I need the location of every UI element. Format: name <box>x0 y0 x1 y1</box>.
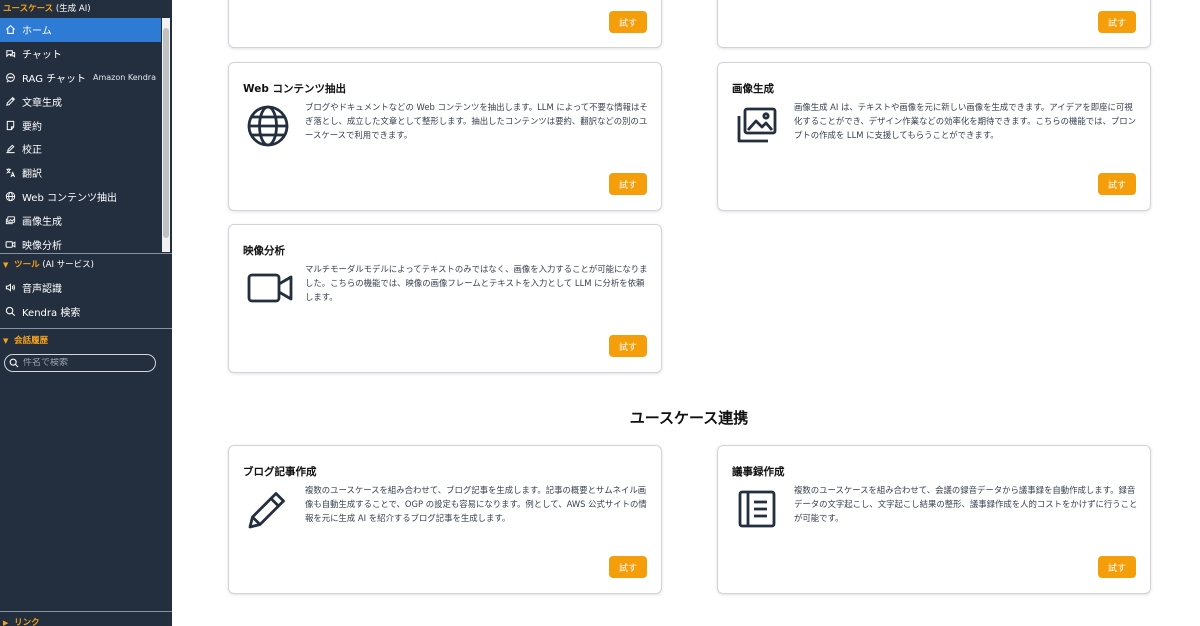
card-title: 画像生成 <box>732 83 774 95</box>
pen-icon <box>245 486 291 532</box>
tools-menu: 音声認識 Kendra 検索 <box>0 276 161 324</box>
sidebar-item-label: Web コンテンツ抽出 <box>22 192 117 204</box>
try-button[interactable]: 試す <box>609 335 647 357</box>
sidebar-divider <box>0 611 172 612</box>
tools-header-label: ツール <box>14 260 40 270</box>
card-description: 複数のユースケースを組み合わせて、ブログ記事を生成します。記事の概要とサムネイル… <box>305 485 647 523</box>
home-icon <box>4 24 16 36</box>
integration-card-minutes: 議事録作成 複数のユースケースを組み合わせて、会議の録音データから議事録を自動作… <box>717 445 1151 594</box>
sidebar-item-image-generation[interactable]: 画像生成 <box>0 208 161 232</box>
globe-icon <box>245 103 291 149</box>
link-header-label: リンク <box>14 618 40 626</box>
history-search-box[interactable] <box>4 354 156 372</box>
sidebar-scrollbar[interactable] <box>162 18 170 252</box>
caret-down-icon: ▼ <box>3 261 9 269</box>
caret-down-icon: ▼ <box>3 337 9 345</box>
history-search-input[interactable] <box>23 358 143 368</box>
card-title: 議事録作成 <box>732 466 785 478</box>
card-title: 映像分析 <box>243 245 285 257</box>
card-description: ブログやドキュメントなどの Web コンテンツを抽出します。LLM によって不要… <box>305 102 648 140</box>
link-section-header[interactable]: ▶ リンク <box>0 614 40 626</box>
tools-header-sub: (AI サービス) <box>42 260 94 270</box>
history-header-label: 会話履歴 <box>14 336 49 346</box>
pencil-icon <box>4 95 16 107</box>
sidebar-item-sublabel: Amazon Kendra <box>93 72 156 82</box>
usecase-header-label: ユースケース <box>3 4 54 14</box>
history-section-header[interactable]: ▼ 会話履歴 <box>0 332 48 350</box>
sidebar-divider <box>0 328 172 329</box>
document-list-icon <box>734 486 780 532</box>
sidebar: ユースケース (生成 AI) ホーム チャット RAG チャット Amazon … <box>0 0 172 626</box>
section-title-integration: ユースケース連携 <box>629 409 749 427</box>
translate-icon <box>4 167 16 179</box>
sidebar-item-kendra-search[interactable]: Kendra 検索 <box>0 300 161 324</box>
usecase-menu: ホーム チャット RAG チャット Amazon Kendra 文章生成 要約 … <box>0 18 161 256</box>
usecase-card-video-analysis: 映像分析 マルチモーダルモデルによってテキストのみではなく、画像を入力することが… <box>228 224 662 373</box>
sidebar-item-rag-chat[interactable]: RAG チャット Amazon Kendra <box>0 66 161 90</box>
card-description: 複数のユースケースを組み合わせて、会議の録音データから議事録を自動作成します。録… <box>794 485 1138 523</box>
sidebar-item-proofread[interactable]: 校正 <box>0 137 161 161</box>
sidebar-item-label: 音声認識 <box>22 284 62 296</box>
usecase-section-header: ユースケース (生成 AI) <box>0 0 172 18</box>
edit-icon <box>4 143 16 155</box>
usecase-card-web-content: Web コンテンツ抽出 ブログやドキュメントなどの Web コンテンツを抽出しま… <box>228 62 662 211</box>
speaker-icon <box>4 282 16 294</box>
sidebar-item-label: 要約 <box>22 121 42 133</box>
images-icon <box>734 103 780 149</box>
video-icon <box>4 238 16 250</box>
try-button[interactable]: 試す <box>1098 173 1136 195</box>
sidebar-item-label: 翻訳 <box>22 169 42 181</box>
sidebar-item-text-generation[interactable]: 文章生成 <box>0 89 161 113</box>
image-icon <box>4 214 16 226</box>
sidebar-item-label: RAG チャット <box>22 73 87 85</box>
sidebar-item-summarize[interactable]: 要約 <box>0 113 161 137</box>
scrollbar-thumb[interactable] <box>163 28 169 238</box>
search-icon <box>9 358 19 368</box>
usecase-card-image-generation: 画像生成 画像生成 AI は、テキストや画像を元に新しい画像を生成できます。アイ… <box>717 62 1151 211</box>
try-button[interactable]: 試す <box>609 556 647 578</box>
card-title: ブログ記事作成 <box>243 466 317 478</box>
card-title: Web コンテンツ抽出 <box>243 83 347 95</box>
try-button[interactable]: 試す <box>609 11 647 33</box>
try-button[interactable]: 試す <box>1098 556 1136 578</box>
rag-chat-icon <box>4 71 16 83</box>
sidebar-item-speech-recognition[interactable]: 音声認識 <box>0 276 161 300</box>
sidebar-item-label: チャット <box>22 50 62 62</box>
sidebar-item-label: Kendra 検索 <box>22 308 81 320</box>
sidebar-item-label: 映像分析 <box>22 240 62 252</box>
try-button[interactable]: 試す <box>1098 11 1136 33</box>
sidebar-item-web-content[interactable]: Web コンテンツ抽出 <box>0 185 161 209</box>
usecase-header-sub: (生成 AI) <box>55 4 91 14</box>
card-description: マルチモーダルモデルによってテキストのみではなく、画像を入力することが可能になり… <box>305 264 648 302</box>
sidebar-divider <box>0 253 172 254</box>
sidebar-item-translate[interactable]: 翻訳 <box>0 161 161 185</box>
tools-section-header[interactable]: ▼ ツール (AI サービス) <box>0 256 94 274</box>
caret-right-icon: ▶ <box>3 619 9 626</box>
sidebar-item-label: 校正 <box>22 145 42 157</box>
search-icon <box>4 306 16 318</box>
sidebar-item-label: 文章生成 <box>22 97 62 109</box>
note-icon <box>4 119 16 131</box>
sidebar-item-label: ホーム <box>22 26 52 38</box>
chat-icon <box>4 48 16 60</box>
globe-icon <box>4 190 16 202</box>
sidebar-item-label: 画像生成 <box>22 216 62 228</box>
usecase-card-partial: 試す <box>228 0 662 48</box>
sidebar-item-chat[interactable]: チャット <box>0 42 161 66</box>
integration-card-blog: ブログ記事作成 複数のユースケースを組み合わせて、ブログ記事を生成します。記事の… <box>228 445 662 594</box>
video-camera-icon <box>245 265 293 311</box>
card-description: 画像生成 AI は、テキストや画像を元に新しい画像を生成できます。アイデアを即座… <box>794 102 1136 140</box>
sidebar-item-home[interactable]: ホーム <box>0 18 161 42</box>
try-button[interactable]: 試す <box>609 173 647 195</box>
usecase-card-partial: 試す <box>717 0 1151 48</box>
